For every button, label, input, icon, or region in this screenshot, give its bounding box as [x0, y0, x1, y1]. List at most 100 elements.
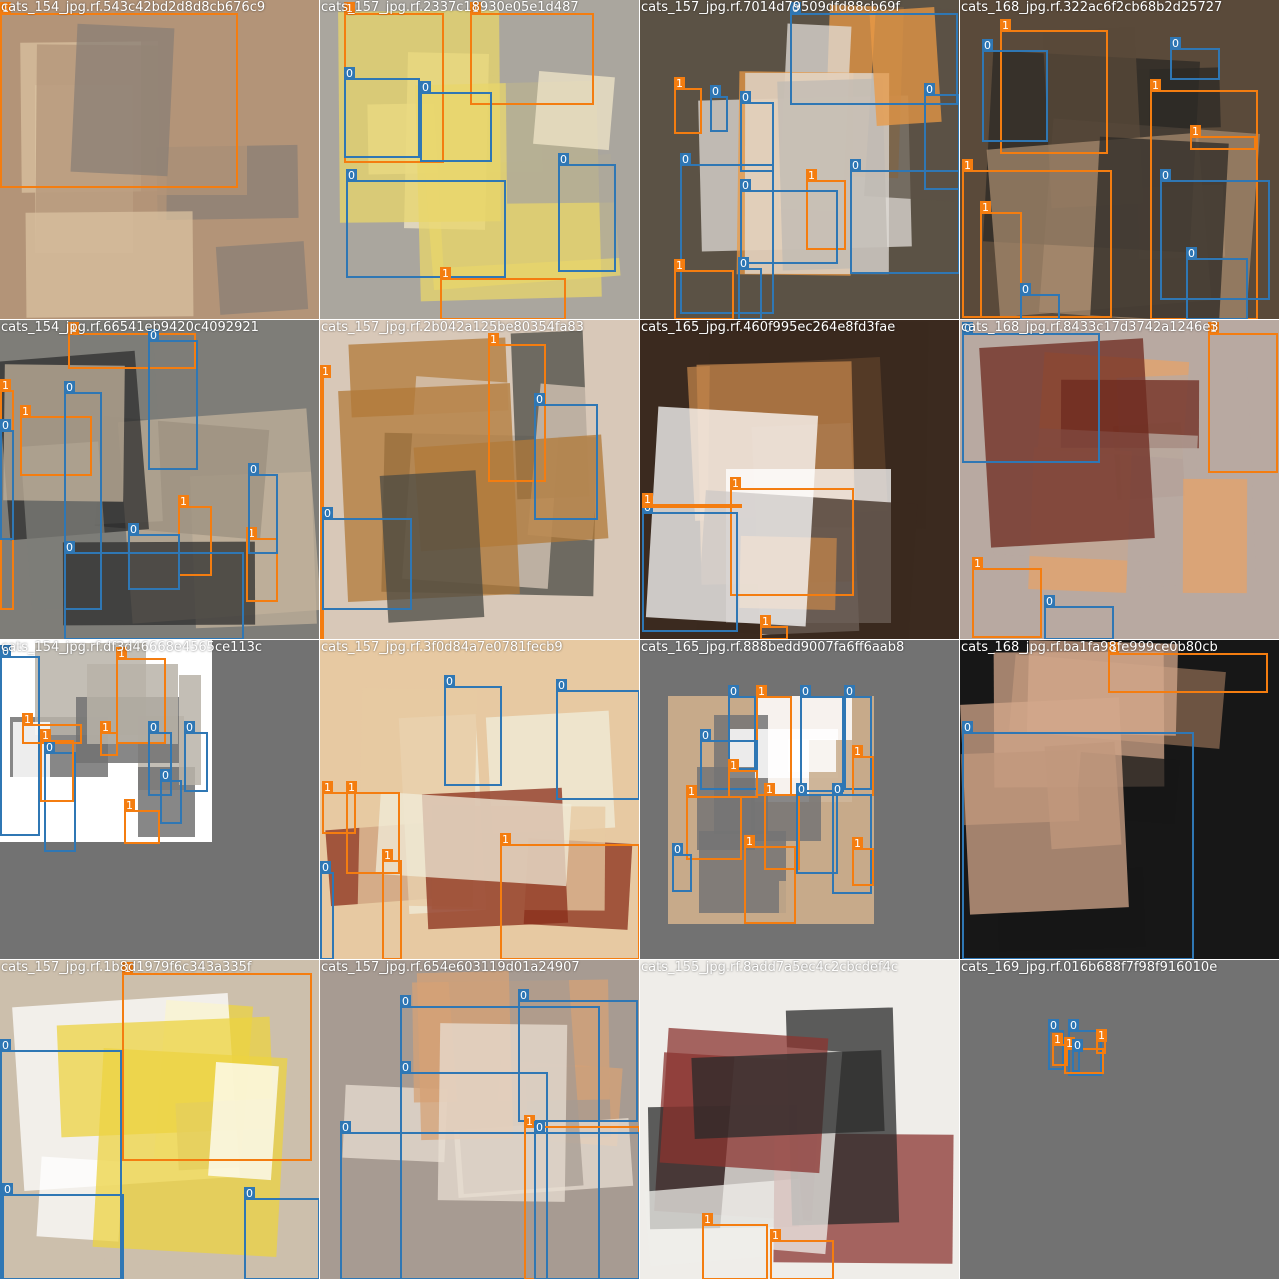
mosaic-tile: 1 cats_154_jpg.rf.543c42bd2d8d8cb676c9	[0, 0, 320, 320]
bbox-class-1: 1	[730, 477, 854, 596]
tile-filename: cats_157_jpg.rf.1b8d1979f6c343a335f	[1, 960, 252, 975]
bbox-class-1: 1	[852, 837, 874, 886]
bbox-label: 0	[1068, 1019, 1079, 1032]
bbox-label: 0	[1072, 1039, 1083, 1052]
bbox-label: 0	[558, 153, 569, 166]
bbox-label: 1	[962, 159, 973, 172]
bbox-label: 1	[382, 849, 393, 862]
bbox-class-1: 1	[1208, 322, 1278, 473]
bbox-label: 1	[1190, 125, 1201, 138]
bbox-class-0: 0	[64, 541, 244, 639]
bbox-label: 0	[738, 257, 749, 270]
tile-filename: cats_157_jpg.rf.3f0d84a7e0781fecb9	[321, 640, 563, 655]
bbox-class-1: 1	[972, 557, 1042, 638]
bbox-label: 1	[1000, 19, 1011, 32]
bbox-label: 0	[962, 721, 973, 734]
bbox-label: 1	[40, 729, 51, 742]
bbox-class-0: 0	[322, 507, 412, 610]
bbox-label: 0	[64, 381, 75, 394]
bbox-label: 1	[642, 493, 653, 506]
bbox-class-0: 0	[642, 501, 738, 632]
bbox-class-0: 0	[184, 721, 208, 792]
bbox-class-1: 1	[674, 77, 702, 134]
bbox-label: 0	[128, 523, 139, 536]
bbox-class-0: 0	[800, 685, 844, 792]
tile-filename: cats_157_jpg.rf.654e603119d01a24907	[321, 960, 580, 975]
mosaic-tile: 1 1 0 0 cats_157_jpg.rf.2b042a125be80354fa83	[320, 320, 640, 640]
bbox-label: 1	[728, 759, 739, 772]
bbox-class-1: 1	[40, 729, 74, 802]
bbox-label: 0	[420, 81, 431, 94]
bbox-label: 0	[244, 1187, 255, 1200]
bbox-label: 0	[340, 1121, 351, 1134]
bbox-class-0: 0	[558, 153, 616, 272]
bbox-label: 1	[0, 379, 11, 392]
bbox-class-1: 1	[382, 849, 402, 959]
mosaic-grid: 1 cats_154_jpg.rf.543c42bd2d8d8cb676c9 1 1 0…	[0, 0, 1280, 1280]
bbox-class-0: 0	[1160, 169, 1270, 300]
bbox-label: 0	[444, 675, 455, 688]
tile-filename: cats_168_jpg.rf.8433c17d3742a1246e3	[961, 320, 1219, 335]
bbox-label: 0	[322, 507, 333, 520]
bbox-class-0: 0	[2, 1183, 124, 1279]
bbox-class-0: 0	[1020, 283, 1060, 319]
bbox-class-0: 0	[534, 393, 598, 520]
bbox-label: 0	[850, 159, 861, 172]
bbox-class-1: 1	[1096, 1029, 1107, 1054]
bbox-class-0: 0	[320, 861, 334, 959]
mosaic-tile: 0 1 1 0 cats_168_jpg.rf.8433c17d3742a1246e3	[960, 320, 1280, 640]
bbox-class-1: 1	[500, 833, 639, 959]
bbox-label: 0	[184, 721, 195, 734]
bbox-label: 0	[64, 541, 75, 554]
tile-filename: cats_154_jpg.rf.df3d46668e4565ce113c	[1, 640, 263, 655]
mosaic-tile: 1 1 0 0 0 0 1 cats_157_jpg.rf.2337c18930e05e1d4…	[320, 0, 640, 320]
bbox-label: 0	[148, 721, 159, 734]
bbox-class-1: 1	[440, 267, 566, 319]
bbox-label: 1	[686, 785, 697, 798]
mosaic-tile: 1 0 1 0 1 0 1 0 1 0 0 cats_154_jpg.rf.66541eb9420c4…	[0, 320, 320, 640]
bbox-label: 0	[400, 995, 411, 1008]
bbox-label: 0	[672, 843, 683, 856]
tile-filename: cats_157_jpg.rf.2337c18930e05e1d487	[321, 0, 579, 15]
bbox-class-0: 0	[710, 85, 728, 132]
bbox-class-0: 0	[148, 329, 198, 470]
bbox-class-0: 0	[344, 67, 420, 158]
bbox-label: 1	[320, 365, 331, 378]
bbox-label: 1	[756, 685, 767, 698]
bbox-class-0: 0	[346, 169, 506, 278]
bbox-label: 0	[680, 153, 691, 166]
bbox-class-1: 1	[980, 201, 1022, 318]
bbox-class-0: 0	[244, 1187, 319, 1279]
bbox-label: 1	[760, 615, 771, 628]
image-patch	[215, 241, 309, 316]
bbox-class-0: 0	[740, 179, 838, 264]
bbox-label: 0	[0, 1039, 11, 1052]
tile-filename: cats_165_jpg.rf.460f995ec264e8fd3fae	[641, 320, 896, 335]
tile-filename: cats_154_jpg.rf.543c42bd2d8d8cb676c9	[1, 0, 266, 15]
mosaic-tile: 1 0 1 0 1 0 1 0 1 0 cats_168_jpg.rf.322ac6f2cb68b2…	[960, 0, 1280, 320]
bbox-label: 1	[346, 781, 357, 794]
bbox-class-0: 0	[962, 322, 1100, 463]
bbox-label: 0	[1020, 283, 1031, 296]
bbox-label: 0	[1160, 169, 1171, 182]
bbox-class-1: 1	[1190, 125, 1256, 150]
image-patch	[691, 1050, 885, 1140]
tile-filename: cats_168_jpg.rf.322ac6f2cb68b2d25727	[961, 0, 1223, 15]
bbox-label: 0	[982, 39, 993, 52]
bbox-class-0: 0	[962, 721, 1194, 959]
bbox-label: 0	[400, 1061, 411, 1074]
bbox-label: 1	[980, 201, 991, 214]
bbox-label: 1	[764, 783, 775, 796]
bbox-class-1: 1	[0, 2, 238, 188]
bbox-class-1: 1	[756, 685, 792, 796]
bbox-class-0: 0	[534, 1121, 639, 1279]
bbox-label: 1	[744, 835, 755, 848]
bbox-label: 0	[0, 419, 11, 432]
bbox-class-1: 1	[674, 259, 734, 319]
bbox-label: 0	[728, 685, 739, 698]
bbox-class-0: 0	[160, 769, 182, 824]
mosaic-tile: 1 1 cats_155_jpg.rf.8add7a5ec4c2cbcdef4c	[640, 960, 960, 1280]
bbox-label: 1	[674, 259, 685, 272]
image-patch	[1182, 479, 1247, 594]
bbox-label: 0	[800, 685, 811, 698]
